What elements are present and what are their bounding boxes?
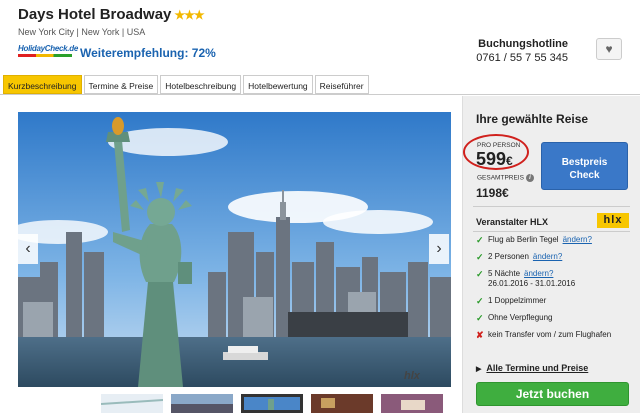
book-now-button[interactable]: Jetzt buchen [476,382,629,406]
change-flight-link[interactable]: ändern? [563,235,592,244]
trip-features-list: ✓ Flug ab Berlin Tegel ändern? ✓ 2 Person… [476,235,636,347]
hlx-logo: hlx [597,213,629,228]
hotel-photo [18,112,451,387]
statue-of-liberty-image [18,112,451,387]
info-icon[interactable]: i [525,174,534,182]
tab-hotelbewertung[interactable]: Hotelbewertung [243,75,313,94]
total-price-currency: € [502,186,509,200]
price-currency: € [506,154,513,168]
pro-person-label: PRO PERSON [477,142,521,149]
feature-board: ✓ Ohne Verpflegung [476,313,636,323]
tab-kurzbeschreibung[interactable]: Kurzbeschreibung [3,75,82,94]
holidaycheck-logo-text: HolidayCheck.de [18,44,78,53]
booking-sidebar: Ihre gewählte Reise PRO PERSON 599€ GESA… [462,96,640,413]
sidebar-divider [473,206,630,207]
sidebar-divider [473,231,630,232]
thumbnail-skyline[interactable] [171,394,233,413]
change-dates-link[interactable]: ändern? [524,269,553,278]
photo-watermark: hlx [404,370,420,382]
feature-flight: ✓ Flug ab Berlin Tegel ändern? [476,235,636,245]
thumbnail-statue-selected[interactable] [241,394,303,413]
holidaycheck-logo[interactable]: HolidayCheck.de [18,44,78,62]
thumbnail-room[interactable] [381,394,443,413]
tab-reisefuehrer[interactable]: Reiseführer [314,75,369,94]
tab-hotelbeschreibung[interactable]: Hotelbeschreibung [160,75,242,94]
chevron-right-icon: › [436,240,442,257]
total-price-label-text: GESAMTPREIS [477,174,524,182]
thumbnail-lobby[interactable] [311,394,373,413]
feature-label: Flug ab Berlin Tegel [488,235,559,244]
tour-operator: Veranstalter HLX [476,217,549,227]
feature-label: Ohne Verpflegung [488,313,553,322]
tab-termine-preise[interactable]: Termine & Preise [83,75,159,94]
change-persons-link[interactable]: ändern? [533,252,562,261]
tab-bar: Kurzbeschreibung Termine & Preise Hotelb… [3,75,371,94]
hotel-location: New York City | New York | USA [18,27,146,37]
hotel-title: Days Hotel Broadway ★★★ [18,6,205,23]
feature-label: 1 Doppelzimmer [488,296,547,305]
check-icon: ✓ [476,313,484,323]
total-price-value: 1198 [476,186,503,200]
gallery-prev-button[interactable]: ‹ [18,234,38,264]
thumbnail-map[interactable] [101,394,163,413]
all-dates-label: Alle Termine und Preise [486,363,589,373]
feature-transfer: ✘ kein Transfer vom / zum Flughafen [476,330,636,340]
sidebar-title: Ihre gewählte Reise [476,112,589,126]
check-label: Check [569,170,600,181]
feature-persons: ✓ 2 Personen ändern? [476,252,636,262]
bestpreis-check-button[interactable]: Bestpreis Check [541,142,628,190]
feature-label: 5 Nächte [488,269,521,278]
all-dates-link[interactable]: ▶ Alle Termine und Preise [476,363,588,373]
price-value: 599 [476,149,507,169]
total-price: 1198€ [476,186,509,200]
check-icon: ✓ [476,296,484,306]
booking-hotline: Buchungshotline 0761 / 55 7 55 345 [476,38,568,64]
holidaycheck-logo-bar [18,54,72,57]
tab-divider [0,94,640,95]
total-price-label: GESAMTPREIS i [477,174,534,182]
travel-dates: 26.01.2016 - 31.01.2016 [488,279,576,288]
feature-label: kein Transfer vom / zum Flughafen [488,330,612,339]
check-icon: ✓ [476,235,484,245]
recommendation-rate: Weiterempfehlung: 72% [80,46,216,60]
bestpreis-label: Bestpreis [561,157,608,168]
hotel-name: Days Hotel Broadway [18,6,172,23]
feature-label: 2 Personen [488,252,529,261]
favorite-button[interactable]: ♥ [596,38,622,60]
chevron-left-icon: ‹ [25,240,31,257]
heart-icon: ♥ [605,42,613,56]
star-rating: ★★★ [174,8,204,22]
thumbnail-strip [101,394,451,413]
gallery-next-button[interactable]: › [429,234,449,264]
check-icon: ✓ [476,269,484,279]
triangle-right-icon: ▶ [476,366,482,373]
hotline-label: Buchungshotline [478,38,568,50]
feature-nights: ✓ 5 Nächte ändern? 26.01.2016 - 31.01.201… [476,269,636,289]
hotline-number: 0761 / 55 7 55 345 [476,52,568,64]
cross-icon: ✘ [476,330,484,340]
price-per-person: 599€ [476,149,513,170]
check-icon: ✓ [476,252,484,262]
feature-room: ✓ 1 Doppelzimmer [476,296,636,306]
